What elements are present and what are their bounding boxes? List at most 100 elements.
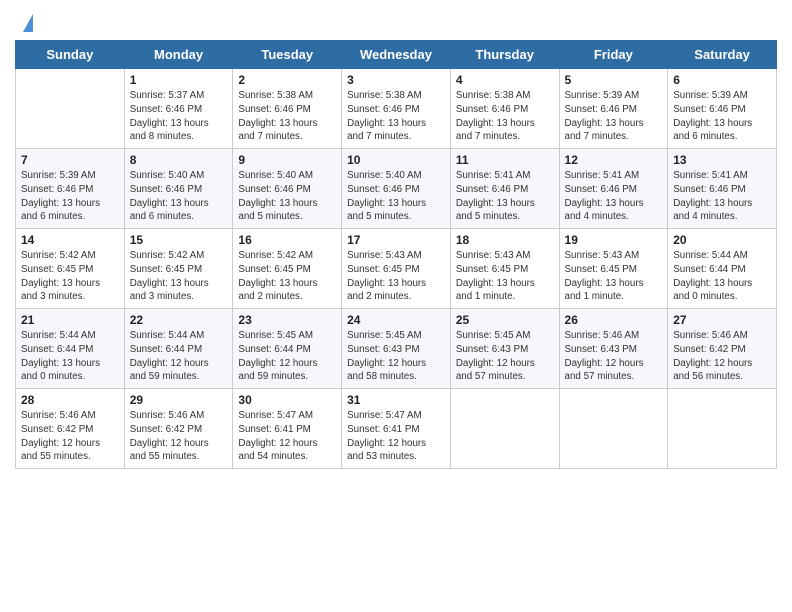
day-info: Sunrise: 5:39 AM Sunset: 6:46 PM Dayligh… — [673, 89, 771, 144]
calendar-cell: 29 Sunrise: 5:46 AM Sunset: 6:42 PM Dayli… — [124, 389, 233, 469]
day-number: 11 — [456, 153, 554, 167]
calendar-cell: 7 Sunrise: 5:39 AM Sunset: 6:46 PM Daylig… — [16, 149, 125, 229]
calendar-cell: 27 Sunrise: 5:46 AM Sunset: 6:42 PM Dayli… — [668, 309, 777, 389]
day-number: 18 — [456, 233, 554, 247]
calendar-cell — [559, 389, 668, 469]
calendar-cell — [450, 389, 559, 469]
day-number: 9 — [238, 153, 336, 167]
weekday-header-friday: Friday — [559, 41, 668, 69]
calendar-cell: 3 Sunrise: 5:38 AM Sunset: 6:46 PM Daylig… — [342, 69, 451, 149]
calendar-table: SundayMondayTuesdayWednesdayThursdayFrid… — [15, 40, 777, 469]
day-number: 13 — [673, 153, 771, 167]
day-info: Sunrise: 5:41 AM Sunset: 6:46 PM Dayligh… — [565, 169, 663, 224]
day-number: 16 — [238, 233, 336, 247]
calendar-cell: 30 Sunrise: 5:47 AM Sunset: 6:41 PM Dayli… — [233, 389, 342, 469]
day-info: Sunrise: 5:37 AM Sunset: 6:46 PM Dayligh… — [130, 89, 228, 144]
day-number: 7 — [21, 153, 119, 167]
day-info: Sunrise: 5:46 AM Sunset: 6:42 PM Dayligh… — [21, 409, 119, 464]
day-number: 15 — [130, 233, 228, 247]
calendar-cell: 5 Sunrise: 5:39 AM Sunset: 6:46 PM Daylig… — [559, 69, 668, 149]
calendar-cell: 10 Sunrise: 5:40 AM Sunset: 6:46 PM Dayli… — [342, 149, 451, 229]
day-number: 24 — [347, 313, 445, 327]
day-info: Sunrise: 5:44 AM Sunset: 6:44 PM Dayligh… — [130, 329, 228, 384]
day-number: 28 — [21, 393, 119, 407]
day-number: 8 — [130, 153, 228, 167]
calendar-cell: 24 Sunrise: 5:45 AM Sunset: 6:43 PM Dayli… — [342, 309, 451, 389]
day-info: Sunrise: 5:47 AM Sunset: 6:41 PM Dayligh… — [347, 409, 445, 464]
day-number: 17 — [347, 233, 445, 247]
day-number: 20 — [673, 233, 771, 247]
day-info: Sunrise: 5:41 AM Sunset: 6:46 PM Dayligh… — [673, 169, 771, 224]
day-info: Sunrise: 5:46 AM Sunset: 6:43 PM Dayligh… — [565, 329, 663, 384]
day-number: 27 — [673, 313, 771, 327]
day-info: Sunrise: 5:42 AM Sunset: 6:45 PM Dayligh… — [238, 249, 336, 304]
calendar-cell: 31 Sunrise: 5:47 AM Sunset: 6:41 PM Dayli… — [342, 389, 451, 469]
weekday-header-thursday: Thursday — [450, 41, 559, 69]
calendar-cell: 19 Sunrise: 5:43 AM Sunset: 6:45 PM Dayli… — [559, 229, 668, 309]
day-info: Sunrise: 5:47 AM Sunset: 6:41 PM Dayligh… — [238, 409, 336, 464]
day-info: Sunrise: 5:44 AM Sunset: 6:44 PM Dayligh… — [21, 329, 119, 384]
weekday-header-monday: Monday — [124, 41, 233, 69]
day-number: 19 — [565, 233, 663, 247]
weekday-header-sunday: Sunday — [16, 41, 125, 69]
day-number: 2 — [238, 73, 336, 87]
weekday-header-tuesday: Tuesday — [233, 41, 342, 69]
calendar-cell: 1 Sunrise: 5:37 AM Sunset: 6:46 PM Daylig… — [124, 69, 233, 149]
day-number: 10 — [347, 153, 445, 167]
calendar-cell: 4 Sunrise: 5:38 AM Sunset: 6:46 PM Daylig… — [450, 69, 559, 149]
day-number: 31 — [347, 393, 445, 407]
day-number: 29 — [130, 393, 228, 407]
calendar-cell: 13 Sunrise: 5:41 AM Sunset: 6:46 PM Dayli… — [668, 149, 777, 229]
day-info: Sunrise: 5:43 AM Sunset: 6:45 PM Dayligh… — [347, 249, 445, 304]
day-info: Sunrise: 5:40 AM Sunset: 6:46 PM Dayligh… — [347, 169, 445, 224]
day-info: Sunrise: 5:46 AM Sunset: 6:42 PM Dayligh… — [130, 409, 228, 464]
day-info: Sunrise: 5:43 AM Sunset: 6:45 PM Dayligh… — [456, 249, 554, 304]
day-info: Sunrise: 5:38 AM Sunset: 6:46 PM Dayligh… — [347, 89, 445, 144]
day-info: Sunrise: 5:38 AM Sunset: 6:46 PM Dayligh… — [456, 89, 554, 144]
day-info: Sunrise: 5:45 AM Sunset: 6:43 PM Dayligh… — [347, 329, 445, 384]
calendar-cell: 17 Sunrise: 5:43 AM Sunset: 6:45 PM Dayli… — [342, 229, 451, 309]
weekday-header-wednesday: Wednesday — [342, 41, 451, 69]
day-info: Sunrise: 5:43 AM Sunset: 6:45 PM Dayligh… — [565, 249, 663, 304]
day-number: 26 — [565, 313, 663, 327]
day-number: 23 — [238, 313, 336, 327]
calendar-cell: 20Sunrise: 5:44 AM Sunset: 6:44 PM Dayli… — [668, 229, 777, 309]
day-info: Sunrise: 5:45 AM Sunset: 6:44 PM Dayligh… — [238, 329, 336, 384]
day-info: Sunrise: 5:41 AM Sunset: 6:46 PM Dayligh… — [456, 169, 554, 224]
calendar-cell: 12 Sunrise: 5:41 AM Sunset: 6:46 PM Dayli… — [559, 149, 668, 229]
day-number: 5 — [565, 73, 663, 87]
day-number: 4 — [456, 73, 554, 87]
day-info: Sunrise: 5:46 AM Sunset: 6:42 PM Dayligh… — [673, 329, 771, 384]
calendar-cell: 2Sunrise: 5:38 AM Sunset: 6:46 PM Daylig… — [233, 69, 342, 149]
calendar-cell: 16 Sunrise: 5:42 AM Sunset: 6:45 PM Dayli… — [233, 229, 342, 309]
calendar-cell — [668, 389, 777, 469]
day-info: Sunrise: 5:39 AM Sunset: 6:46 PM Dayligh… — [21, 169, 119, 224]
day-number: 25 — [456, 313, 554, 327]
calendar-cell: 8 Sunrise: 5:40 AM Sunset: 6:46 PM Daylig… — [124, 149, 233, 229]
day-info: Sunrise: 5:42 AM Sunset: 6:45 PM Dayligh… — [21, 249, 119, 304]
day-number: 21 — [21, 313, 119, 327]
day-info: Sunrise: 5:42 AM Sunset: 6:45 PM Dayligh… — [130, 249, 228, 304]
calendar-cell: 15 Sunrise: 5:42 AM Sunset: 6:45 PM Dayli… — [124, 229, 233, 309]
day-number: 12 — [565, 153, 663, 167]
day-info: Sunrise: 5:45 AM Sunset: 6:43 PM Dayligh… — [456, 329, 554, 384]
day-info: Sunrise: 5:39 AM Sunset: 6:46 PM Dayligh… — [565, 89, 663, 144]
calendar-cell: 11 Sunrise: 5:41 AM Sunset: 6:46 PM Dayli… — [450, 149, 559, 229]
calendar-cell: 18 Sunrise: 5:43 AM Sunset: 6:45 PM Dayli… — [450, 229, 559, 309]
day-number: 22 — [130, 313, 228, 327]
calendar-cell: 26 Sunrise: 5:46 AM Sunset: 6:43 PM Dayli… — [559, 309, 668, 389]
day-number: 30 — [238, 393, 336, 407]
calendar-cell: 6 Sunrise: 5:39 AM Sunset: 6:46 PM Daylig… — [668, 69, 777, 149]
day-info: Sunrise: 5:40 AM Sunset: 6:46 PM Dayligh… — [130, 169, 228, 224]
day-number: 3 — [347, 73, 445, 87]
calendar-cell: 25 Sunrise: 5:45 AM Sunset: 6:43 PM Dayli… — [450, 309, 559, 389]
calendar-cell: 9 Sunrise: 5:40 AM Sunset: 6:46 PM Daylig… — [233, 149, 342, 229]
weekday-header-saturday: Saturday — [668, 41, 777, 69]
calendar-cell: 28 Sunrise: 5:46 AM Sunset: 6:42 PM Dayli… — [16, 389, 125, 469]
calendar-cell: 14Sunrise: 5:42 AM Sunset: 6:45 PM Dayli… — [16, 229, 125, 309]
calendar-cell: 22 Sunrise: 5:44 AM Sunset: 6:44 PM Dayli… — [124, 309, 233, 389]
day-number: 1 — [130, 73, 228, 87]
day-info: Sunrise: 5:40 AM Sunset: 6:46 PM Dayligh… — [238, 169, 336, 224]
calendar-cell — [16, 69, 125, 149]
day-number: 6 — [673, 73, 771, 87]
